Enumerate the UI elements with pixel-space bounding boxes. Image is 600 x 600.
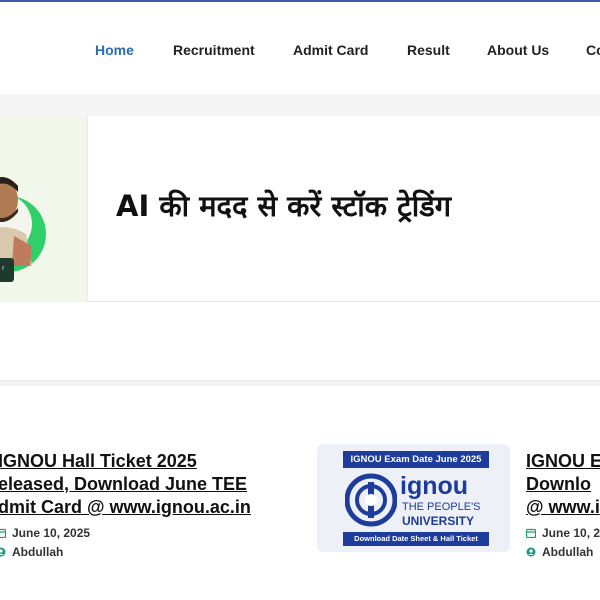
thumbnail-bottom-label: Download Date Sheet & Hall Ticket [343,532,489,546]
ignou-subtitle-2: UNIVERSITY [402,514,475,528]
post-title-line: eleased, Download June TEE [0,474,248,494]
post-title-line: @ www.i [526,497,600,517]
main-navigation: Home Recruitment Admit Card Result About… [0,2,600,94]
ignou-wordmark: ignou [400,472,469,500]
banner-thumbnail[interactable]: r [0,116,88,302]
post-title-2[interactable]: IGNOU E Downlo @ www.i [526,450,600,519]
post-title-line: IGNOU E [526,451,600,471]
nav-about-us[interactable]: About Us [487,42,549,58]
ignou-logo-icon [345,473,397,527]
nav-admit-card[interactable]: Admit Card [293,42,368,58]
empty-area [0,302,600,380]
post-title-line: IGNOU Hall Ticket 2025 [0,451,197,471]
post-date-text: June 10, 2025 [12,526,91,540]
post-title-line: dmit Card @ www.ignou.ac.in [0,497,251,517]
post-date-2: June 10, 2 [526,526,600,540]
user-icon [0,547,6,557]
post-date-1: June 10, 2025 [0,526,90,540]
thumbnail-top-label: IGNOU Exam Date June 2025 [343,451,489,468]
nav-contact[interactable]: Co [586,42,600,58]
post-author-text: Abdullah [12,545,64,559]
ignou-subtitle-1: THE PEOPLE'S [402,501,481,513]
nav-result[interactable]: Result [407,42,450,58]
post-author-1[interactable]: Abdullah [0,545,63,559]
person-photo-icon: r [0,177,46,282]
calendar-icon [526,528,536,538]
banner-headline[interactable]: AI की मदद से करें स्टॉक ट्रेडिंग [116,186,451,225]
nav-home[interactable]: Home [95,42,134,58]
calendar-icon [0,528,6,538]
post-title-1[interactable]: IGNOU Hall Ticket 2025 eleased, Download… [0,450,251,519]
post-title-line: Downlo [526,474,591,494]
section-divider [0,94,600,116]
post-author-2[interactable]: Abdullah [526,545,593,559]
post-date-text: June 10, 2 [542,526,600,540]
featured-banner[interactable]: r AI की मदद से करें स्टॉक ट्रेडिंग [0,116,600,302]
nav-recruitment[interactable]: Recruitment [173,42,255,58]
post-author-text: Abdullah [542,545,594,559]
user-icon [526,547,536,557]
